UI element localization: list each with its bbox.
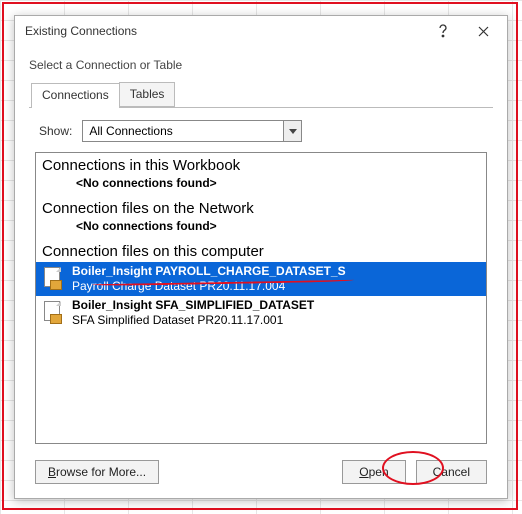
connection-file-icon — [42, 266, 64, 292]
show-label: Show: — [39, 124, 72, 138]
item-desc: SFA Simplified Dataset PR20.11.17.001 — [72, 313, 314, 328]
titlebar: Existing Connections — [15, 16, 507, 46]
show-row: Show: All Connections — [29, 120, 493, 152]
mnemonic: B — [48, 465, 56, 479]
tab-tables[interactable]: Tables — [119, 82, 176, 107]
tab-label: Tables — [130, 87, 165, 101]
help-button[interactable] — [423, 17, 463, 45]
button-row: Browse for More... Open Cancel — [29, 456, 493, 488]
btn-rest: pen — [369, 465, 389, 479]
item-name: Boiler_Insight SFA_SIMPLIFIED_DATASET — [72, 298, 314, 313]
item-text: Boiler_Insight PAYROLL_CHARGE_DATASET_S … — [72, 264, 346, 294]
window-title: Existing Connections — [25, 24, 423, 38]
btn-label: Cancel — [433, 465, 470, 479]
connections-listbox[interactable]: Connections in this Workbook <No connect… — [35, 152, 487, 444]
tab-strip: Connections Tables — [29, 82, 493, 108]
item-text: Boiler_Insight SFA_SIMPLIFIED_DATASET SF… — [72, 298, 314, 328]
group-empty-workbook: <No connections found> — [36, 176, 486, 196]
dialog-body: Select a Connection or Table Connections… — [15, 46, 507, 498]
close-button[interactable] — [463, 17, 503, 45]
open-button[interactable]: Open — [342, 460, 405, 484]
cancel-button[interactable]: Cancel — [416, 460, 487, 484]
instruction-text: Select a Connection or Table — [29, 58, 493, 72]
btn-rest: rowse for More... — [56, 465, 146, 479]
connection-item-selected[interactable]: Boiler_Insight PAYROLL_CHARGE_DATASET_S … — [36, 262, 486, 296]
group-header-computer: Connection files on this computer — [36, 239, 486, 262]
existing-connections-dialog: Existing Connections Select a Connection… — [14, 15, 508, 499]
item-name: Boiler_Insight PAYROLL_CHARGE_DATASET_S — [72, 264, 346, 279]
item-desc: Payroll Charge Dataset PR20.11.17.004 — [72, 279, 346, 294]
group-header-workbook: Connections in this Workbook — [36, 153, 486, 176]
connection-file-icon — [42, 300, 64, 326]
connection-item[interactable]: Boiler_Insight SFA_SIMPLIFIED_DATASET SF… — [36, 296, 486, 330]
tab-label: Connections — [42, 88, 109, 102]
chevron-down-icon — [283, 121, 301, 141]
browse-for-more-button[interactable]: Browse for More... — [35, 460, 159, 484]
mnemonic: O — [359, 465, 368, 479]
group-empty-network: <No connections found> — [36, 219, 486, 239]
group-header-network: Connection files on the Network — [36, 196, 486, 219]
tab-connections[interactable]: Connections — [31, 83, 120, 108]
show-dropdown[interactable]: All Connections — [82, 120, 302, 142]
show-value: All Connections — [89, 124, 283, 138]
